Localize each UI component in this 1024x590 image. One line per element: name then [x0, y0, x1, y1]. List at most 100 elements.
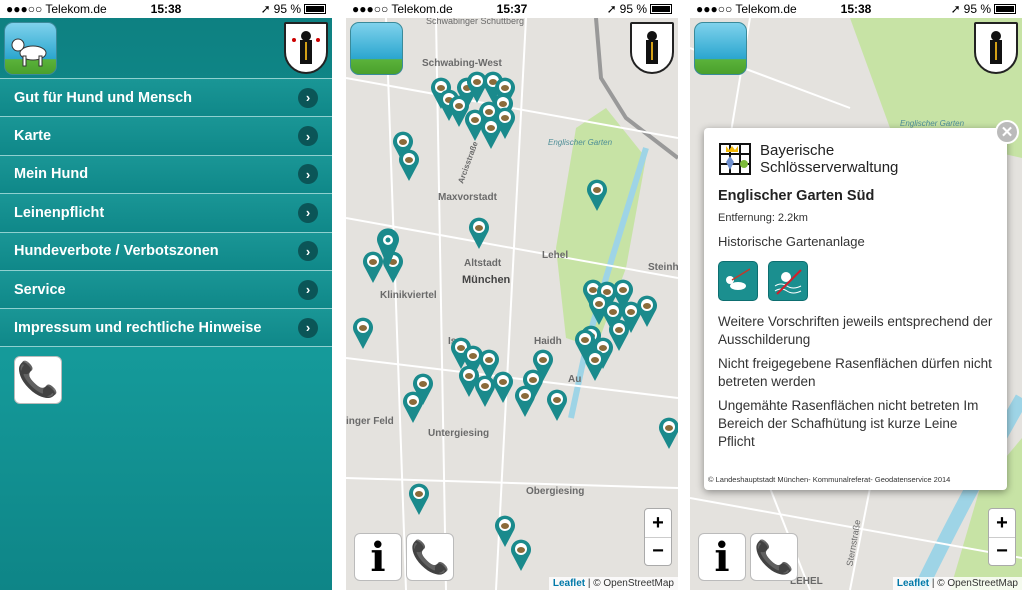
dog-waste-bag-marker[interactable]: [492, 370, 514, 404]
chevron-right-icon: ›: [298, 164, 318, 185]
org-name-line1: Bayerische: [760, 142, 835, 159]
dog-icon[interactable]: [694, 22, 747, 75]
dog-on-leash-icon: [718, 261, 758, 301]
dog-waste-bag-marker[interactable]: [658, 416, 678, 450]
dog-waste-bag-marker[interactable]: [586, 178, 608, 212]
map-screen: ●●●○○ Telekom.de 15:37 ➚ 95 % Schwabinger…: [346, 0, 678, 590]
map-label: Untergiesing: [428, 428, 490, 439]
rule: Ungemähte Rasenflächen nicht betreten Im…: [718, 398, 979, 449]
location-icon: ➚: [260, 2, 271, 16]
rule: Weitere Vorschriften jeweils entsprechen…: [718, 314, 993, 347]
dog-waste-bag-marker[interactable]: [352, 316, 374, 350]
phone-icon: 📞: [410, 539, 450, 575]
leaflet-link[interactable]: Leaflet: [553, 578, 585, 589]
map-label: Schwabing-West: [422, 58, 502, 69]
dog-waste-bag-marker[interactable]: [546, 388, 568, 422]
rules-list: Weitere Vorschriften jeweils entsprechen…: [718, 313, 993, 451]
map-attribution: Leaflet | © OpenStreetMap: [892, 577, 1022, 590]
status-bar: ●●●○○ Telekom.de 15:37 ➚ 95 %: [346, 0, 678, 18]
menu-item-karte[interactable]: Karte ›: [0, 116, 332, 155]
zoom-out-button[interactable]: −: [645, 537, 671, 565]
leaflet-link[interactable]: Leaflet: [897, 578, 929, 589]
map[interactable]: Schwabinger Schuttberg Schwabing-West Ar…: [346, 18, 678, 590]
dog-waste-bag-marker[interactable]: [468, 216, 490, 250]
map-label: Englischer Garten: [548, 138, 613, 147]
no-swimming-dog-icon: [768, 261, 809, 301]
zoom-in-button[interactable]: +: [989, 509, 1015, 537]
dog-waste-bag-marker[interactable]: [510, 538, 532, 572]
chevron-right-icon: ›: [298, 87, 318, 108]
map-label: Lehel: [542, 250, 569, 261]
menu-screen: ●●●○○ Telekom.de 15:38 ➚ 95 % Gut für Hun…: [0, 0, 332, 590]
org-name-line2: Schlösserverwaltung: [760, 159, 899, 176]
menu-item-service[interactable]: Service ›: [0, 269, 332, 309]
battery-percent: 95 %: [273, 2, 301, 16]
dog-waste-bag-marker[interactable]: [398, 148, 420, 182]
map-label: Klinikviertel: [380, 290, 437, 301]
map-label: inger Feld: [346, 416, 394, 427]
map-label: Schwabinger Schuttberg: [426, 18, 525, 26]
munich-crest-icon: [284, 22, 328, 74]
menu-item-leinenpflicht[interactable]: Leinenpflicht ›: [0, 193, 332, 232]
location-title: Englischer Garten Süd: [718, 188, 875, 204]
location-icon: ➚: [606, 2, 617, 16]
menu-label: Hundeverbote / Verbotszonen: [14, 243, 219, 260]
call-button[interactable]: 📞: [750, 533, 798, 581]
chevron-right-icon: ›: [298, 126, 318, 147]
dog-icon[interactable]: [350, 22, 403, 75]
copyright: © Landeshauptstadt München- Kommunalrefe…: [708, 475, 951, 484]
zoom-in-button[interactable]: +: [645, 509, 671, 537]
call-button[interactable]: 📞: [406, 533, 454, 581]
map-label: Au: [568, 374, 582, 385]
location-icon: ➚: [950, 2, 961, 16]
info-button[interactable]: i: [698, 533, 746, 581]
menu-label: Leinenpflicht: [14, 204, 105, 221]
schloesserverwaltung-logo-icon: [719, 143, 751, 175]
map-attribution: Leaflet | © OpenStreetMap: [548, 577, 678, 590]
carrier: ●●●○○ Telekom.de: [696, 2, 797, 16]
info-button[interactable]: i: [354, 533, 402, 581]
dog-waste-bag-marker[interactable]: [494, 106, 516, 140]
battery-icon: [994, 4, 1016, 14]
pictograms: [718, 261, 993, 301]
munich-crest-icon: [630, 22, 674, 74]
menu-label: Mein Hund: [14, 166, 89, 183]
menu-label: Gut für Hund und Mensch: [14, 89, 193, 106]
dog-waste-bag-marker[interactable]: [402, 390, 424, 424]
carrier: ●●●○○ Telekom.de: [352, 2, 453, 16]
map-detail-screen: ●●●○○ Telekom.de 15:38 ➚ 95 % Englischer …: [690, 0, 1022, 590]
dog-waste-bag-marker[interactable]: [584, 348, 606, 382]
dog-waste-bag-marker[interactable]: [636, 294, 658, 328]
zoom-out-button[interactable]: −: [989, 537, 1015, 565]
distance: Entfernung: 2.2km: [718, 212, 808, 224]
battery-percent: 95 %: [963, 2, 991, 16]
status-bar: ●●●○○ Telekom.de 15:38 ➚ 95 %: [690, 0, 1022, 18]
call-button[interactable]: 📞: [14, 356, 62, 404]
menu-item-hundeverbote[interactable]: Hundeverbote / Verbotszonen ›: [0, 231, 332, 270]
map-label: Maxvorstadt: [438, 192, 497, 203]
menu-item-impressum[interactable]: Impressum und rechtliche Hinweise ›: [0, 308, 332, 347]
map-label: München: [462, 274, 511, 286]
close-button[interactable]: ✕: [995, 120, 1019, 144]
munich-crest-icon: [974, 22, 1018, 74]
map-label: Steinh: [648, 262, 678, 273]
current-location-marker: [376, 228, 399, 268]
dog-waste-bag-marker[interactable]: [408, 482, 430, 516]
dog-waste-bag-marker[interactable]: [514, 384, 536, 418]
map-label: Haidh: [534, 336, 562, 347]
chevron-right-icon: ›: [298, 241, 318, 262]
rule: Nicht freigegebene Rasenflächen dürfen n…: [718, 356, 992, 389]
battery-icon: [650, 4, 672, 14]
battery-icon: [304, 4, 326, 14]
menu-item-gut-fuer-hund[interactable]: Gut für Hund und Mensch ›: [0, 78, 332, 117]
carrier: ●●●○○ Telekom.de: [6, 2, 107, 16]
chevron-right-icon: ›: [298, 279, 318, 300]
osm-attribution[interactable]: | © OpenStreetMap: [588, 578, 674, 589]
chevron-right-icon: ›: [298, 317, 318, 338]
osm-attribution[interactable]: | © OpenStreetMap: [932, 578, 1018, 589]
battery-percent: 95 %: [619, 2, 647, 16]
chevron-right-icon: ›: [298, 202, 318, 223]
menu-label: Karte: [14, 128, 52, 145]
dog-icon[interactable]: [4, 22, 57, 75]
menu-item-mein-hund[interactable]: Mein Hund ›: [0, 154, 332, 194]
